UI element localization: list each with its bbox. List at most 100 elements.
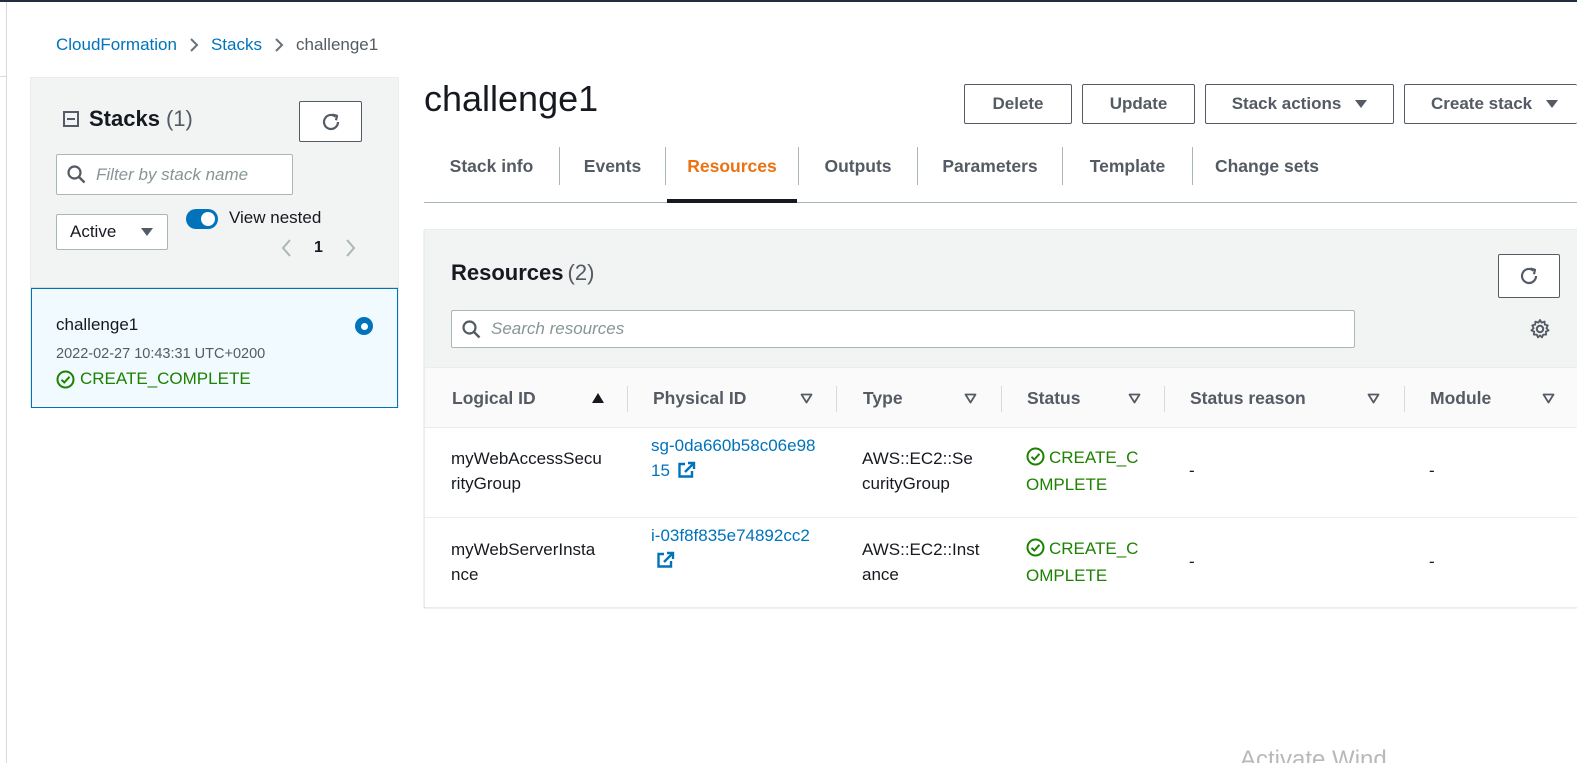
column-label: Status reason bbox=[1190, 387, 1306, 408]
collapse-panel-icon[interactable] bbox=[63, 111, 79, 127]
stacks-pagination: 1 bbox=[280, 238, 357, 258]
status-filter-select[interactable]: Active bbox=[56, 214, 168, 250]
table-row: myWebAccessSecurityGroup sg-0da660b58c06… bbox=[425, 428, 1577, 518]
column-header-status-reason[interactable]: Status reason bbox=[1190, 368, 1380, 428]
gear-icon[interactable] bbox=[1529, 318, 1551, 340]
delete-button[interactable]: Delete bbox=[964, 84, 1072, 124]
column-divider bbox=[1001, 386, 1002, 412]
physical-id-text: i-03f8f835e74892cc2 bbox=[651, 526, 810, 545]
resources-search-input[interactable] bbox=[491, 319, 1291, 339]
tab-events[interactable]: Events bbox=[560, 130, 665, 202]
physical-id-link[interactable]: i-03f8f835e74892cc2 bbox=[651, 523, 817, 573]
stack-filter-field[interactable] bbox=[56, 154, 293, 195]
resources-search-field[interactable] bbox=[451, 310, 1355, 348]
sort-icon bbox=[1542, 393, 1555, 404]
status-cell: CREATE_COMPLETE bbox=[1026, 444, 1146, 498]
status-reason-cell: - bbox=[1189, 461, 1195, 480]
logical-id-cell: myWebAccessSecurityGroup bbox=[451, 449, 602, 493]
tab-template[interactable]: Template bbox=[1063, 130, 1192, 202]
type-cell: AWS::EC2::Instance bbox=[862, 540, 980, 584]
current-page-number[interactable]: 1 bbox=[314, 239, 323, 257]
sort-icon bbox=[1367, 393, 1380, 404]
search-icon bbox=[462, 319, 481, 338]
resources-refresh-button[interactable] bbox=[1498, 254, 1560, 298]
stacks-count: (1) bbox=[165, 106, 193, 131]
logical-id-cell: myWebServerInstance bbox=[451, 540, 596, 584]
tab-change-sets[interactable]: Change sets bbox=[1193, 130, 1341, 202]
caret-down-icon bbox=[1355, 100, 1368, 108]
resources-panel: Resources(2) Logical ID Physical ID Type bbox=[424, 229, 1577, 608]
stacks-panel-title: Stacks (1) bbox=[63, 106, 193, 132]
tab-stack-info[interactable]: Stack info bbox=[424, 130, 559, 202]
stack-actions-label: Stack actions bbox=[1231, 94, 1342, 113]
breadcrumb-cloudformation[interactable]: CloudFormation bbox=[56, 35, 177, 55]
caret-down-icon bbox=[141, 228, 153, 236]
chevron-right-icon bbox=[189, 37, 199, 53]
stack-detail-tabs: Stack info Events Resources Outputs Para… bbox=[424, 130, 1577, 203]
stack-list-item[interactable]: challenge1 2022-02-27 10:43:31 UTC+0200 … bbox=[31, 288, 398, 408]
column-label: Module bbox=[1430, 387, 1492, 408]
stack-status-text: CREATE_COMPLETE bbox=[80, 369, 251, 388]
stack-filter-input[interactable] bbox=[96, 164, 276, 185]
success-check-icon bbox=[1026, 538, 1045, 557]
status-filter-value: Active bbox=[70, 222, 117, 241]
success-check-icon bbox=[1026, 447, 1045, 466]
side-nav-border bbox=[6, 2, 7, 763]
column-header-physical-id[interactable]: Physical ID bbox=[653, 368, 813, 428]
resources-header: Resources (2) bbox=[425, 230, 1577, 367]
breadcrumb-stacks[interactable]: Stacks bbox=[211, 35, 262, 55]
top-border bbox=[0, 0, 1577, 2]
page-title: challenge1 bbox=[424, 78, 599, 119]
tab-parameters[interactable]: Parameters bbox=[918, 130, 1062, 202]
side-nav-border-tick bbox=[0, 76, 7, 77]
column-header-type[interactable]: Type bbox=[863, 368, 977, 428]
create-stack-button[interactable]: Create stack bbox=[1404, 84, 1577, 124]
refresh-icon bbox=[1520, 267, 1538, 285]
previous-page-icon[interactable] bbox=[280, 238, 292, 258]
stack-status: CREATE_COMPLETE bbox=[56, 369, 251, 389]
stack-name: challenge1 bbox=[56, 315, 139, 334]
stacks-title-text: Stacks bbox=[89, 106, 160, 131]
column-label: Type bbox=[863, 387, 903, 408]
sort-ascending-icon bbox=[592, 393, 604, 403]
column-header-logical-id[interactable]: Logical ID bbox=[452, 368, 604, 428]
status-cell: CREATE_COMPLETE bbox=[1026, 535, 1146, 589]
view-nested-toggle[interactable] bbox=[186, 209, 218, 229]
external-link-icon bbox=[657, 551, 675, 568]
tab-resources[interactable]: Resources bbox=[667, 130, 797, 203]
create-stack-label: Create stack bbox=[1431, 94, 1533, 113]
stacks-panel-header: Stacks (1) Active View nested 1 bbox=[31, 78, 398, 288]
success-check-icon bbox=[56, 370, 75, 388]
resources-count: (2) bbox=[567, 260, 595, 285]
column-divider bbox=[836, 386, 837, 412]
column-divider bbox=[1404, 386, 1405, 412]
column-label: Logical ID bbox=[452, 387, 536, 408]
sort-icon bbox=[800, 393, 813, 404]
module-cell: - bbox=[1429, 461, 1435, 480]
column-header-module[interactable]: Module bbox=[1430, 368, 1555, 428]
resources-title: Resources (2) bbox=[451, 260, 594, 286]
breadcrumb-current: challenge1 bbox=[295, 35, 379, 54]
column-header-status[interactable]: Status bbox=[1027, 368, 1141, 428]
sort-icon bbox=[1128, 393, 1141, 404]
view-nested-label: View nested bbox=[229, 208, 322, 227]
table-row: myWebServerInstance i-03f8f835e74892cc2 … bbox=[425, 518, 1577, 608]
stacks-refresh-button[interactable] bbox=[299, 101, 362, 142]
stacks-panel: Stacks (1) Active View nested 1 challeng… bbox=[30, 77, 399, 408]
type-cell: AWS::EC2::SecurityGroup bbox=[862, 449, 973, 493]
delete-button-label: Delete bbox=[992, 94, 1044, 113]
column-divider bbox=[1164, 386, 1165, 412]
resources-title-text: Resources bbox=[451, 260, 564, 285]
next-page-icon[interactable] bbox=[345, 238, 357, 258]
external-link-icon bbox=[677, 461, 695, 478]
stack-actions-button[interactable]: Stack actions bbox=[1205, 84, 1394, 124]
column-label: Status bbox=[1027, 387, 1081, 408]
update-button[interactable]: Update bbox=[1082, 84, 1195, 124]
stack-select-radio[interactable] bbox=[355, 317, 373, 335]
breadcrumb: CloudFormation Stacks challenge1 bbox=[56, 34, 378, 56]
stack-created-time: 2022-02-27 10:43:31 UTC+0200 bbox=[56, 346, 266, 362]
physical-id-link[interactable]: sg-0da660b58c06e9815 bbox=[651, 433, 817, 483]
status-reason-cell: - bbox=[1189, 552, 1195, 571]
tab-outputs[interactable]: Outputs bbox=[799, 130, 917, 202]
chevron-right-icon bbox=[274, 37, 284, 53]
